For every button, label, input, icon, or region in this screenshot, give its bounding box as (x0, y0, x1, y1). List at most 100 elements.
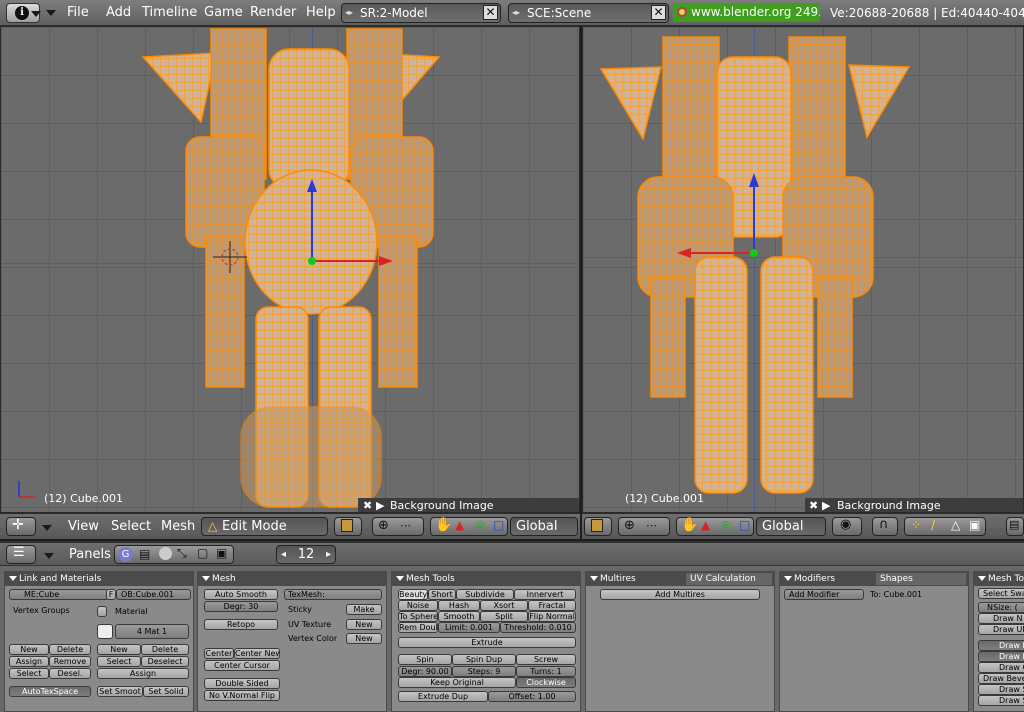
material-index-field[interactable]: 4 Mat 1 (115, 624, 189, 639)
panel-title[interactable]: Link and Materials (5, 572, 193, 586)
short-toggle[interactable]: Short (428, 589, 456, 600)
increment-icon[interactable]: ▸ (326, 546, 331, 563)
context-buttons[interactable]: G ▤ ⤡ ▢ ▣ (114, 545, 234, 564)
vgroup-assign-button[interactable]: Assign (9, 656, 49, 667)
select-swap-button[interactable]: Select Swa (978, 588, 1024, 599)
menu-game[interactable]: Game (204, 5, 243, 20)
tab-uv-calculation[interactable]: UV Calculation (686, 573, 772, 585)
object-icon[interactable]: ⤡ (177, 546, 187, 561)
screen-selector[interactable]: ◂▸ SR:2-Model ✕ (341, 3, 501, 23)
scene-selector[interactable]: ◂▸ SCE:Scene ✕ (508, 3, 669, 23)
screw-button[interactable]: Screw (516, 654, 576, 665)
object-name-field[interactable]: OB:Cube.001 (116, 589, 191, 600)
scale-icon[interactable]: □ (739, 518, 750, 532)
draw-seams-toggle[interactable]: Draw S (978, 684, 1024, 695)
panel-title[interactable]: Multires UV Calculation (586, 572, 774, 586)
fake-user-button[interactable]: F (106, 589, 116, 600)
mesh-wireframe-front[interactable] (1, 27, 580, 513)
script-icon[interactable]: ▤ (139, 547, 150, 561)
vgroup-select-button[interactable]: Select (9, 668, 49, 679)
mode-selector[interactable]: △ Edit Mode (201, 517, 328, 536)
draw-bevel-toggle[interactable]: Draw Beve (978, 673, 1024, 684)
menu-select[interactable]: Select (111, 519, 151, 534)
keep-original-toggle[interactable]: Keep Original (398, 677, 516, 688)
spin-button[interactable]: Spin (398, 654, 452, 665)
menu-mesh[interactable]: Mesh (161, 519, 195, 534)
uv-texture-new-button[interactable]: New (346, 619, 382, 630)
collapse-icon[interactable] (590, 576, 598, 581)
editor-type-button[interactable]: ☰ (6, 545, 36, 564)
rem-doubles-button[interactable]: Rem Doubl (398, 622, 438, 633)
viewport-front[interactable]: (12) Cube.001 ✖ ▶ Background Image (0, 26, 580, 513)
mesh-wireframe-side[interactable] (583, 27, 1024, 513)
expand-icon[interactable]: ▶ (822, 498, 830, 512)
beauty-toggle[interactable]: Beauty (398, 589, 428, 600)
menu-help[interactable]: Help (306, 5, 336, 20)
delete-screen-button[interactable]: ✕ (483, 5, 498, 20)
expand-icon[interactable]: ▶ (376, 498, 384, 512)
set-smooth-button[interactable]: Set Smoot (97, 686, 143, 697)
draw-type-button[interactable] (584, 517, 612, 536)
face-select-icon[interactable]: △ (951, 518, 960, 532)
collapse-icon[interactable] (9, 576, 17, 581)
noise-button[interactable]: Noise (398, 600, 438, 611)
no-vnormal-flip-toggle[interactable]: No V.Normal Flip (204, 690, 280, 701)
proportional-edit-button[interactable]: ◉ (832, 517, 862, 536)
rotate-icon[interactable]: ◎ (475, 518, 485, 532)
material-select-button[interactable]: Select (97, 656, 141, 667)
extrude-button[interactable]: Extrude (398, 637, 576, 648)
turns-field[interactable]: Turns: 1 (516, 666, 576, 677)
threshold-field[interactable]: Threshold: 0.010 (500, 622, 576, 633)
auto-smooth-degr-field[interactable]: Degr: 30 (204, 601, 278, 612)
subdivide-button[interactable]: Subdivide (456, 589, 514, 600)
collapse-menu-icon[interactable] (42, 525, 52, 531)
to-sphere-button[interactable]: To Sphere (398, 611, 438, 622)
draw-sharp-toggle[interactable]: Draw S (978, 695, 1024, 706)
info-window-type-button[interactable]: i (6, 3, 41, 23)
innervert-button[interactable]: Innervert (514, 589, 576, 600)
tab-shapes[interactable]: Shapes (876, 573, 966, 585)
version-link[interactable]: www.blender.org 249.2 (673, 3, 820, 22)
menu-timeline[interactable]: Timeline (142, 5, 197, 20)
double-sided-toggle[interactable]: Double Sided (204, 678, 280, 689)
orientation-selector[interactable]: Global (510, 517, 578, 536)
delete-scene-button[interactable]: ✕ (651, 5, 666, 20)
vgroup-new-button[interactable]: New (9, 644, 49, 655)
center-button[interactable]: Center (204, 648, 234, 659)
draw-type-button[interactable] (334, 517, 362, 536)
close-icon[interactable]: ✖ (363, 498, 372, 512)
vertex-group-menu[interactable] (97, 606, 107, 617)
pivot-snap-buttons[interactable]: ⊕ ⋯ (372, 517, 424, 536)
offset-field[interactable]: Offset: 1.00 (488, 691, 576, 702)
manipulator-buttons[interactable]: ✋ ▲ ◎ □ (676, 517, 754, 536)
edge-select-icon[interactable]: ∕ (931, 518, 935, 532)
scene-icon[interactable]: ▣ (216, 546, 227, 560)
shading-icon[interactable] (159, 547, 172, 560)
limit-field[interactable]: Limit: 0.001 (438, 622, 500, 633)
background-image-panel[interactable]: ✖ ▶ Background Image (358, 498, 579, 512)
autotexspace-toggle[interactable]: AutoTexSpace (9, 686, 91, 697)
center-cursor-button[interactable]: Center Cursor (204, 660, 280, 671)
hash-button[interactable]: Hash (438, 600, 480, 611)
material-deselect-button[interactable]: Deselect (141, 656, 189, 667)
retopo-toggle[interactable]: Retopo (204, 619, 278, 630)
rotate-icon[interactable]: ◎ (721, 518, 731, 532)
vertex-color-new-button[interactable]: New (346, 633, 382, 644)
steps-field[interactable]: Steps: 9 (452, 666, 516, 677)
draw-creases-toggle[interactable]: Draw Cr (978, 662, 1024, 673)
center-new-button[interactable]: Center New (234, 648, 280, 659)
editing-icon[interactable]: ▢ (197, 546, 208, 560)
split-button[interactable]: Split (480, 611, 528, 622)
spin-dup-button[interactable]: Spin Dup (452, 654, 516, 665)
mesh-datablock-field[interactable]: ME:Cube (9, 589, 109, 600)
hand-icon[interactable]: ✋ (435, 517, 452, 533)
menu-file[interactable]: File (67, 5, 89, 20)
panel-title[interactable]: Mesh To (974, 572, 1024, 586)
panel-title[interactable]: Modifiers Shapes (780, 572, 968, 586)
smooth-button[interactable]: Smooth (438, 611, 480, 622)
material-delete-button[interactable]: Delete (141, 644, 189, 655)
draw-vnormals-toggle[interactable]: Draw UN (978, 624, 1024, 635)
render-preview-button[interactable]: ▤ (1006, 517, 1024, 536)
material-assign-button[interactable]: Assign (97, 668, 189, 679)
collapse-icon[interactable] (202, 576, 210, 581)
